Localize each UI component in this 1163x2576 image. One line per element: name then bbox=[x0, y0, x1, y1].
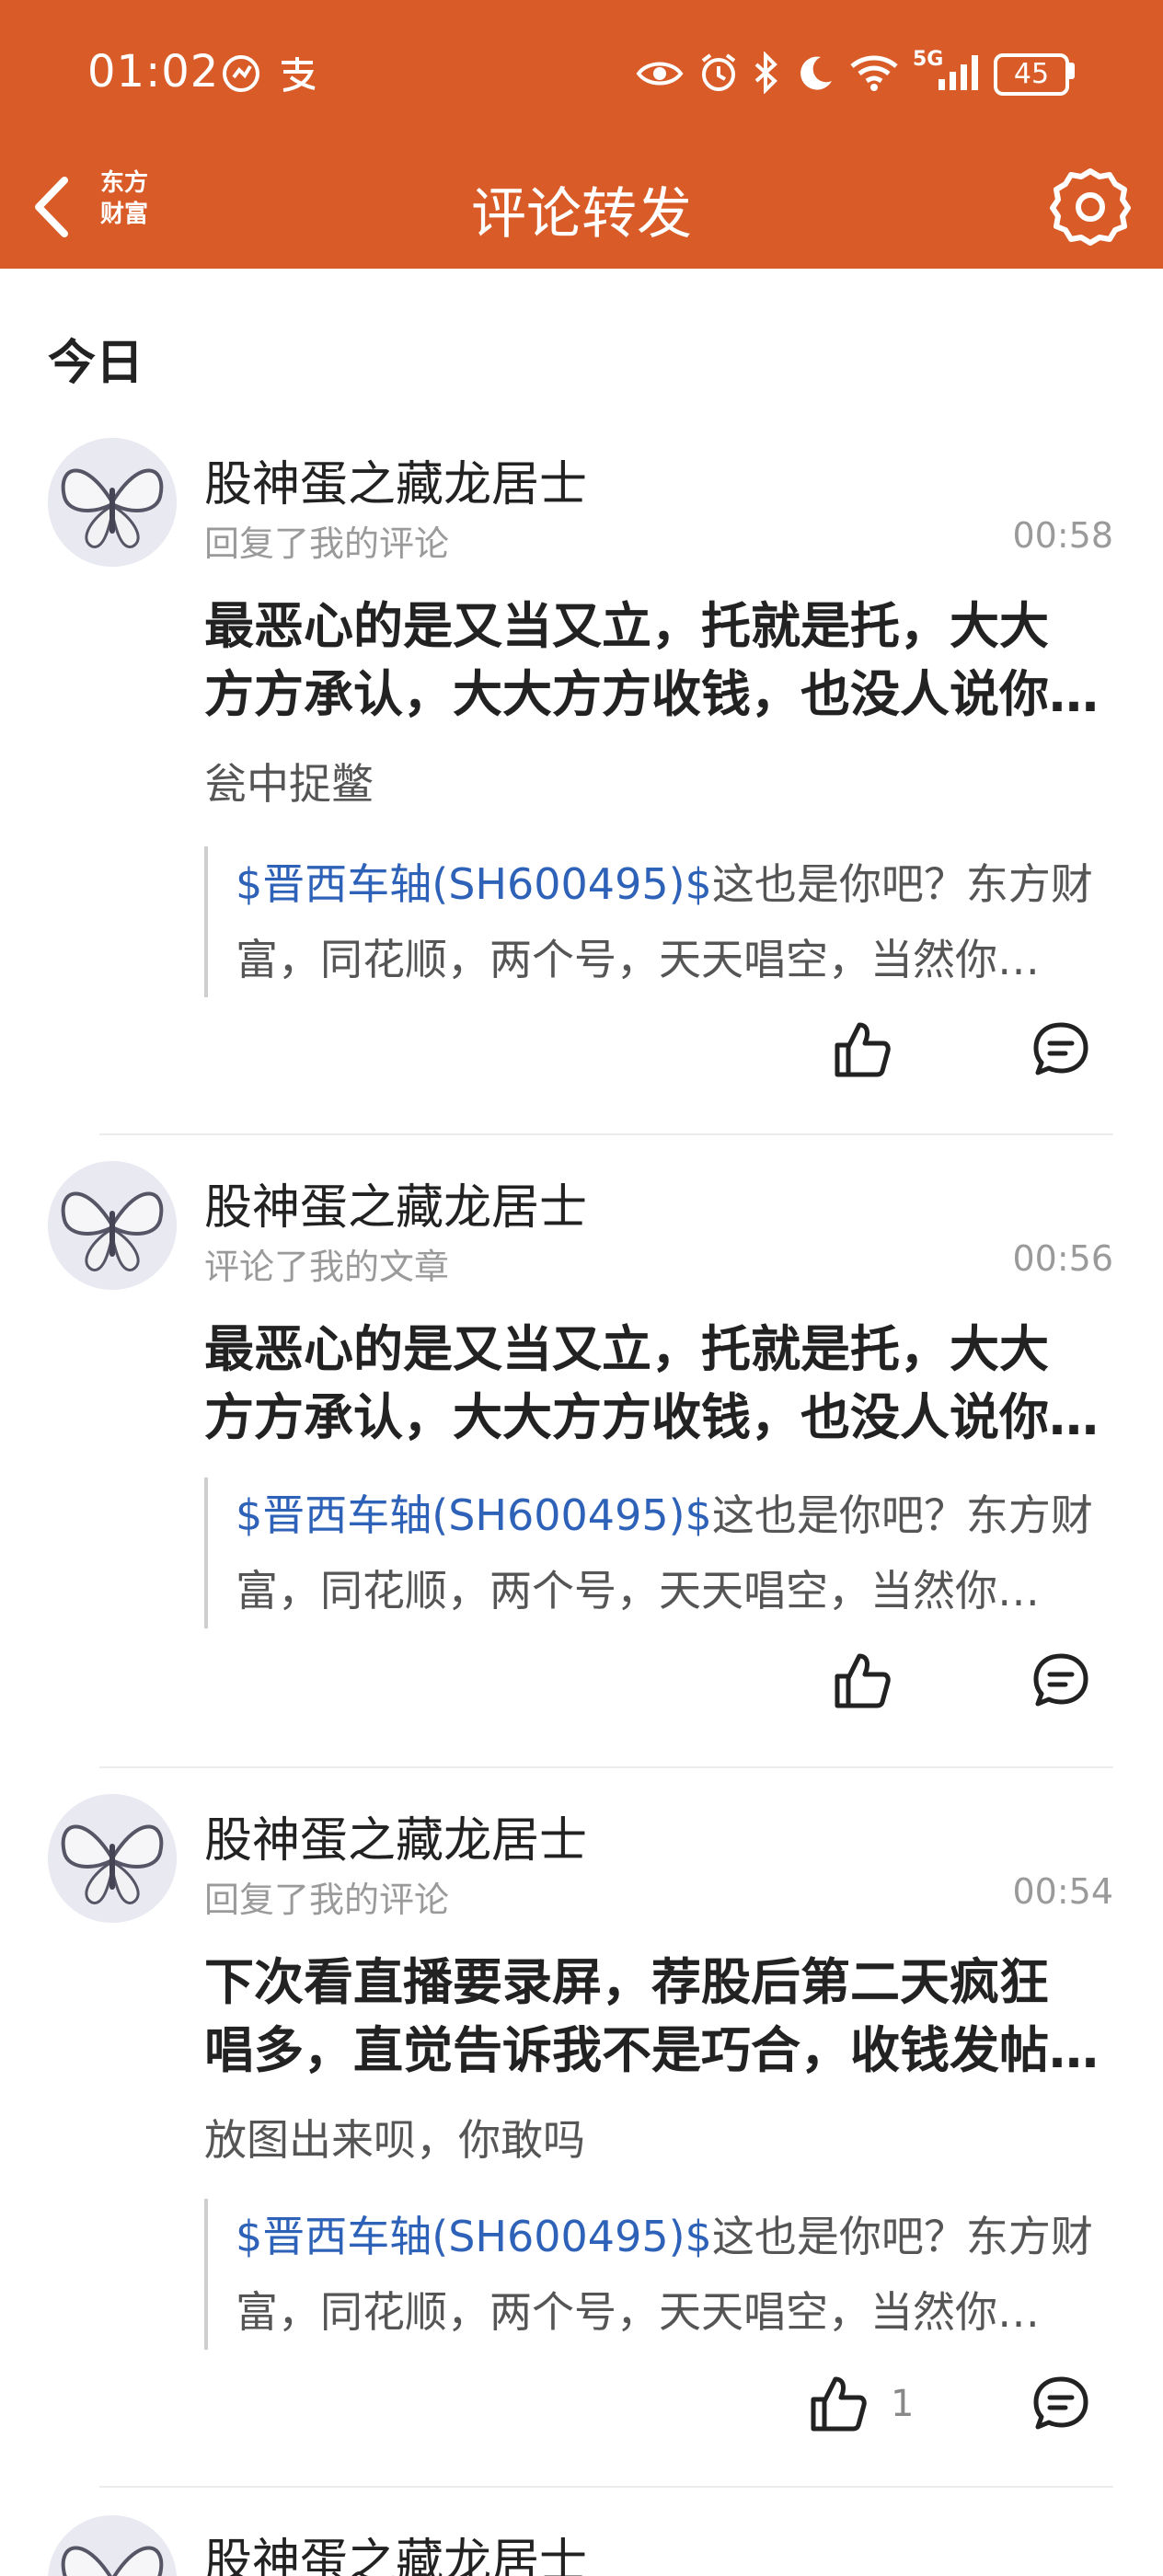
quote-line-2: 富，同花顺，两个号，天天唱空，当然你… bbox=[236, 1566, 1040, 1616]
divider bbox=[99, 1766, 1113, 1768]
quoted-post[interactable]: $晋西车轴(SH600495)$这也是你吧？东方财 富，同花顺，两个号，天天唱空… bbox=[204, 2199, 1115, 2350]
content-line-2: 方方承认，大大方方收钱，也没人说你… bbox=[204, 1388, 1099, 1446]
comment-icon[interactable] bbox=[1031, 2374, 1091, 2434]
section-title-today: 今日 bbox=[48, 336, 144, 391]
bluetooth-icon bbox=[754, 52, 777, 94]
user-name[interactable]: 股神蛋之藏龙居士 bbox=[204, 445, 587, 514]
comment-icon[interactable] bbox=[1031, 1650, 1091, 1711]
gear-icon[interactable] bbox=[1049, 164, 1132, 247]
notification-item[interactable]: 股神蛋之藏龙居士 回复了我的评论 00:54 下次看直播要录屏，荐股后第二天疯狂… bbox=[0, 1794, 1163, 2475]
user-name[interactable]: 股神蛋之藏龙居士 bbox=[204, 1168, 587, 1237]
quote-line-2: 富，同花顺，两个号，天天唱空，当然你… bbox=[236, 935, 1040, 984]
reply-text: 瓮中捉鳖 bbox=[204, 759, 374, 809]
notification-item[interactable]: 股神蛋之藏龙居士 bbox=[0, 2515, 1163, 2576]
content-line-2: 方方承认，大大方方收钱，也没人说你… bbox=[204, 665, 1099, 723]
quote-line-2: 富，同花顺，两个号，天天唱空，当然你… bbox=[236, 2287, 1040, 2337]
status-time: 01:02 bbox=[87, 46, 220, 98]
nav-bar: 东方 财富 评论转发 bbox=[0, 147, 1163, 269]
alipay-icon bbox=[282, 57, 316, 92]
avatar[interactable] bbox=[48, 2515, 177, 2576]
like-count: 1 bbox=[891, 2383, 915, 2425]
like-icon[interactable] bbox=[830, 1649, 894, 1713]
stock-link[interactable]: $晋西车轴(SH600495)$ bbox=[236, 1490, 712, 1540]
reply-text: 放图出来呗，你敢吗 bbox=[204, 2115, 585, 2165]
comment-content[interactable]: 最恶心的是又当又立，托就是托，大大 方方承认，大大方方收钱，也没人说你… bbox=[204, 592, 1115, 729]
notification-item[interactable]: 股神蛋之藏龙居士 评论了我的文章 00:56 最恶心的是又当又立，托就是托，大大… bbox=[0, 1161, 1163, 1768]
content-line-1: 最恶心的是又当又立，托就是托，大大 bbox=[204, 1320, 1049, 1378]
item-time: 00:54 bbox=[1012, 1871, 1113, 1912]
comment-content[interactable]: 最恶心的是又当又立，托就是托，大大 方方承认，大大方方收钱，也没人说你… bbox=[204, 1316, 1115, 1452]
status-bar: 01:02 5G 45 bbox=[0, 0, 1163, 147]
content-line-1: 最恶心的是又当又立，托就是托，大大 bbox=[204, 597, 1049, 655]
app-header: 01:02 5G 45 东方 财富 评论转发 bbox=[0, 0, 1163, 269]
alarm-icon bbox=[701, 53, 736, 91]
quote-line-1: 这也是你吧？东方财 bbox=[711, 2212, 1093, 2261]
quoted-post[interactable]: $晋西车轴(SH600495)$这也是你吧？东方财 富，同花顺，两个号，天天唱空… bbox=[204, 1478, 1115, 1628]
avatar[interactable] bbox=[48, 1794, 177, 1923]
quote-line-1: 这也是你吧？东方财 bbox=[711, 1490, 1093, 1540]
battery-indicator: 45 bbox=[994, 53, 1069, 96]
item-time: 00:56 bbox=[1012, 1238, 1113, 1279]
divider bbox=[99, 2486, 1113, 2488]
action-text: 回复了我的评论 bbox=[204, 1880, 450, 1920]
moon-icon bbox=[800, 56, 832, 90]
stock-link[interactable]: $晋西车轴(SH600495)$ bbox=[236, 859, 712, 909]
content-line-2: 唱多，直觉告诉我不是巧合，收钱发帖… bbox=[204, 2021, 1099, 2079]
avatar[interactable] bbox=[48, 438, 177, 567]
eye-icon bbox=[636, 62, 684, 86]
divider bbox=[99, 1133, 1113, 1135]
wifi-icon bbox=[850, 55, 898, 91]
comment-icon[interactable] bbox=[1031, 1019, 1091, 1080]
battery-tip bbox=[1069, 63, 1075, 79]
notification-app-icon bbox=[223, 55, 259, 92]
quoted-post[interactable]: $晋西车轴(SH600495)$这也是你吧？东方财 富，同花顺，两个号，天天唱空… bbox=[204, 846, 1115, 997]
user-name[interactable]: 股神蛋之藏龙居士 bbox=[204, 1801, 587, 1870]
action-text: 评论了我的文章 bbox=[204, 1247, 450, 1287]
like-icon[interactable] bbox=[830, 1018, 894, 1082]
like-icon[interactable] bbox=[806, 2372, 870, 2436]
page-title: 评论转发 bbox=[471, 182, 692, 247]
user-name[interactable]: 股神蛋之藏龙居士 bbox=[204, 2523, 587, 2576]
quote-line-1: 这也是你吧？东方财 bbox=[711, 859, 1093, 909]
signal-icon bbox=[938, 55, 978, 90]
content-line-1: 下次看直播要录屏，荐股后第二天疯狂 bbox=[204, 1953, 1049, 2011]
action-text: 回复了我的评论 bbox=[204, 523, 450, 564]
stock-link[interactable]: $晋西车轴(SH600495)$ bbox=[236, 2212, 712, 2261]
comment-content[interactable]: 下次看直播要录屏，荐股后第二天疯狂 唱多，直觉告诉我不是巧合，收钱发帖… bbox=[204, 1949, 1115, 2085]
notification-item[interactable]: 股神蛋之藏龙居士 回复了我的评论 00:58 最恶心的是又当又立，托就是托，大大… bbox=[0, 438, 1163, 1137]
item-time: 00:58 bbox=[1012, 515, 1113, 556]
avatar[interactable] bbox=[48, 1161, 177, 1290]
